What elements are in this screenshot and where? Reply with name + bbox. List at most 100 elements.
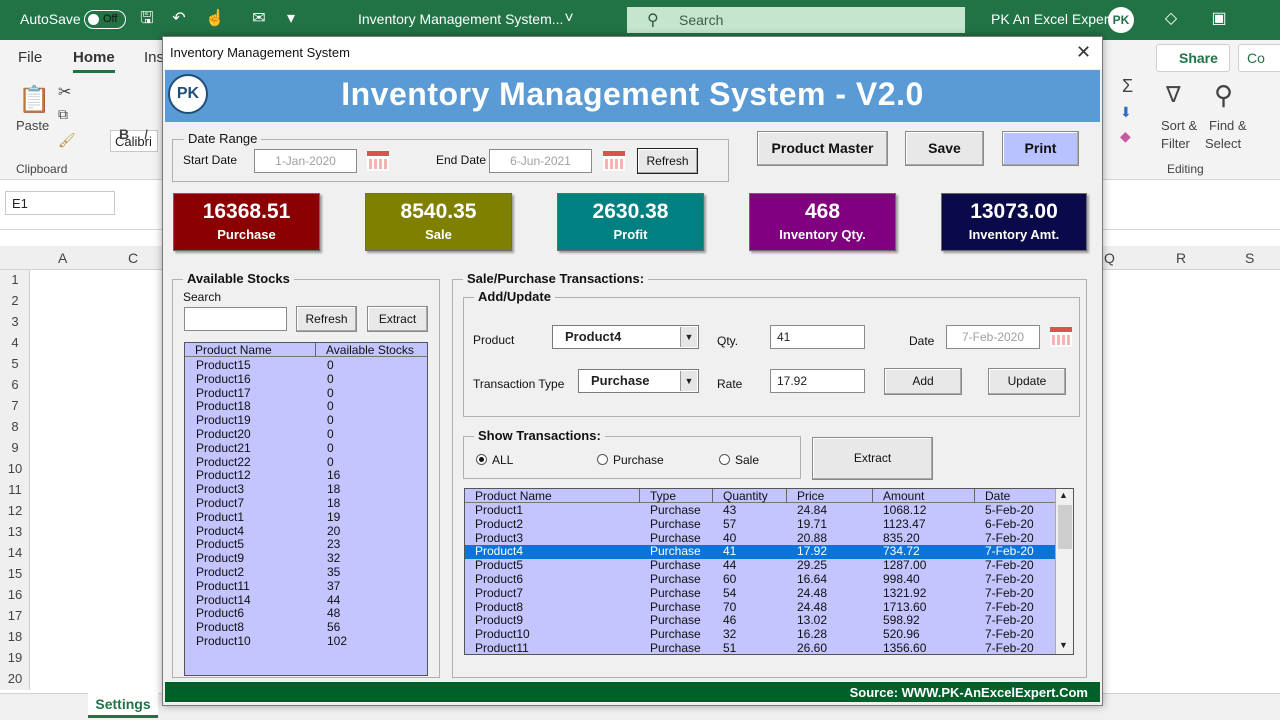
trans-header-quantity[interactable]: Quantity	[713, 489, 787, 503]
share-button[interactable]: Share	[1156, 44, 1230, 72]
rate-input[interactable]: 17.92	[770, 369, 865, 393]
clipboard-icon[interactable]: 📋	[18, 84, 50, 115]
list-item[interactable]: Product17 0	[185, 386, 427, 401]
font-name-box[interactable]: Calibri	[110, 130, 158, 152]
list-item[interactable]: Product4 20	[185, 524, 427, 539]
row-header[interactable]: 19	[0, 650, 30, 665]
table-row[interactable]: Product6 Purchase 60 16.64 998.40 7-Feb-20	[465, 572, 1055, 587]
find-icon[interactable]: ⚲	[1214, 80, 1233, 111]
calendar-icon[interactable]	[603, 151, 625, 171]
stocks-header-available[interactable]: Available Stocks	[316, 343, 427, 357]
ribbon-display-icon[interactable]: ▣	[1208, 8, 1230, 30]
save-icon[interactable]: 🖫	[136, 8, 158, 30]
column-header-c[interactable]: C	[128, 250, 138, 266]
trans-header-product[interactable]: Product Name	[465, 489, 640, 503]
row-header[interactable]: 8	[0, 419, 30, 434]
sheet-tab-settings[interactable]: Settings	[88, 692, 158, 718]
tab-home[interactable]: Home	[73, 49, 115, 73]
list-item[interactable]: Product5 23	[185, 538, 427, 552]
list-item[interactable]: Product14 44	[185, 593, 427, 608]
row-header[interactable]: 14	[0, 545, 30, 560]
list-item[interactable]: Product8 56	[185, 620, 427, 635]
transactions-listbox[interactable]: Product Name Type Quantity Price Amount …	[464, 488, 1074, 655]
table-row[interactable]: Product2 Purchase 57 19.71 1123.47 6-Feb-20	[465, 517, 1055, 532]
table-row[interactable]: Product7 Purchase 54 24.48 1321.92 7-Feb-20	[465, 586, 1055, 601]
list-item[interactable]: Product2 35	[185, 565, 427, 580]
stocks-header-product[interactable]: Product Name	[185, 343, 316, 357]
table-row[interactable]: Product10 Purchase 32 16.28 520.96 7-Feb-20	[465, 627, 1055, 642]
column-header-q[interactable]: Q	[1104, 250, 1115, 266]
paste-label[interactable]: Paste	[16, 118, 49, 133]
format-painter-icon[interactable]: 🖌	[58, 132, 76, 149]
find-select-label-2[interactable]: Select	[1205, 136, 1241, 151]
list-item[interactable]: Product22 0	[185, 455, 427, 470]
row-header[interactable]: 13	[0, 524, 30, 539]
trans-header-date[interactable]: Date	[975, 489, 1055, 503]
radio-purchase[interactable]: Purchase	[597, 453, 664, 467]
row-header[interactable]: 7	[0, 398, 30, 413]
product-master-button[interactable]: Product Master	[757, 131, 888, 166]
row-header[interactable]: 5	[0, 356, 30, 371]
chevron-down-icon[interactable]: ˅	[558, 8, 580, 30]
row-header[interactable]: 9	[0, 440, 30, 455]
tab-insert[interactable]: Ins	[144, 49, 164, 66]
scroll-down-icon[interactable]: ▼	[1059, 640, 1068, 650]
row-header[interactable]: 3	[0, 314, 30, 329]
stocks-search-input[interactable]	[184, 307, 287, 331]
email-icon[interactable]: ✉	[248, 8, 270, 30]
search-box[interactable]: ⚲ Search	[627, 7, 965, 33]
stocks-refresh-button[interactable]: Refresh	[296, 306, 357, 332]
touch-mode-icon[interactable]: ☝	[204, 8, 226, 30]
calendar-icon[interactable]	[367, 151, 389, 171]
autosave-toggle[interactable]: Off	[84, 10, 126, 29]
tab-file[interactable]: File	[18, 49, 42, 66]
sort-filter-icon[interactable]: ∇	[1166, 82, 1181, 108]
bold-button[interactable]: B	[119, 126, 129, 142]
date-refresh-button[interactable]: Refresh	[637, 148, 698, 174]
scroll-thumb[interactable]	[1058, 505, 1072, 549]
list-item[interactable]: Product16 0	[185, 372, 427, 387]
row-header[interactable]: 4	[0, 335, 30, 350]
row-header[interactable]: 20	[0, 671, 30, 686]
comments-button[interactable]: Co	[1238, 44, 1280, 72]
stocks-extract-button[interactable]: Extract	[367, 306, 428, 332]
transactions-extract-button[interactable]: Extract	[812, 437, 933, 480]
update-button[interactable]: Update	[988, 368, 1066, 395]
column-header-a[interactable]: A	[58, 250, 67, 266]
row-header[interactable]: 10	[0, 461, 30, 476]
product-combo[interactable]: Product4 ▼	[552, 325, 699, 349]
row-header[interactable]: 15	[0, 566, 30, 581]
trans-header-amount[interactable]: Amount	[873, 489, 975, 503]
close-icon[interactable]: ✕	[1076, 42, 1091, 63]
list-item[interactable]: Product19 0	[185, 413, 427, 428]
table-row[interactable]: Product1 Purchase 43 24.84 1068.12 5-Feb-20	[465, 503, 1055, 518]
table-row[interactable]: Product8 Purchase 70 24.48 1713.60 7-Feb-20	[465, 600, 1055, 615]
list-item[interactable]: Product1 19	[185, 510, 427, 525]
table-row[interactable]: Product4 Purchase 41 17.92 734.72 7-Feb-20	[465, 545, 1055, 560]
row-header[interactable]: 2	[0, 293, 30, 308]
trans-header-type[interactable]: Type	[640, 489, 713, 503]
row-header[interactable]: 17	[0, 608, 30, 623]
transaction-type-combo[interactable]: Purchase ▼	[578, 369, 699, 393]
list-item[interactable]: Product10 102	[185, 634, 427, 649]
table-row[interactable]: Product9 Purchase 46 13.02 598.92 7-Feb-20	[465, 614, 1055, 628]
find-select-label[interactable]: Find &	[1209, 118, 1247, 133]
transactions-scrollbar[interactable]: ▲ ▼	[1055, 489, 1073, 654]
row-header[interactable]: 16	[0, 587, 30, 602]
name-box[interactable]: E1	[5, 191, 115, 215]
calendar-icon[interactable]	[1050, 327, 1072, 347]
print-button[interactable]: Print	[1002, 131, 1079, 166]
list-item[interactable]: Product11 37	[185, 579, 427, 594]
table-row[interactable]: Product5 Purchase 44 29.25 1287.00 7-Feb-20	[465, 558, 1055, 573]
row-header[interactable]: 18	[0, 629, 30, 644]
table-row[interactable]: Product11 Purchase 51 26.60 1356.60 7-Feb-20	[465, 641, 1055, 654]
row-header[interactable]: 12	[0, 503, 30, 518]
sort-filter-label-2[interactable]: Filter	[1161, 136, 1190, 151]
stocks-listbox[interactable]: Product Name Available Stocks Product15 0…	[184, 342, 428, 676]
list-item[interactable]: Product15 0	[185, 358, 427, 373]
end-date-field[interactable]: 6-Jun-2021	[489, 149, 592, 173]
sort-filter-label[interactable]: Sort &	[1161, 118, 1197, 133]
fill-icon[interactable]: ⬇	[1120, 104, 1132, 121]
list-item[interactable]: Product12 16	[185, 469, 427, 483]
radio-sale[interactable]: Sale	[719, 453, 759, 467]
